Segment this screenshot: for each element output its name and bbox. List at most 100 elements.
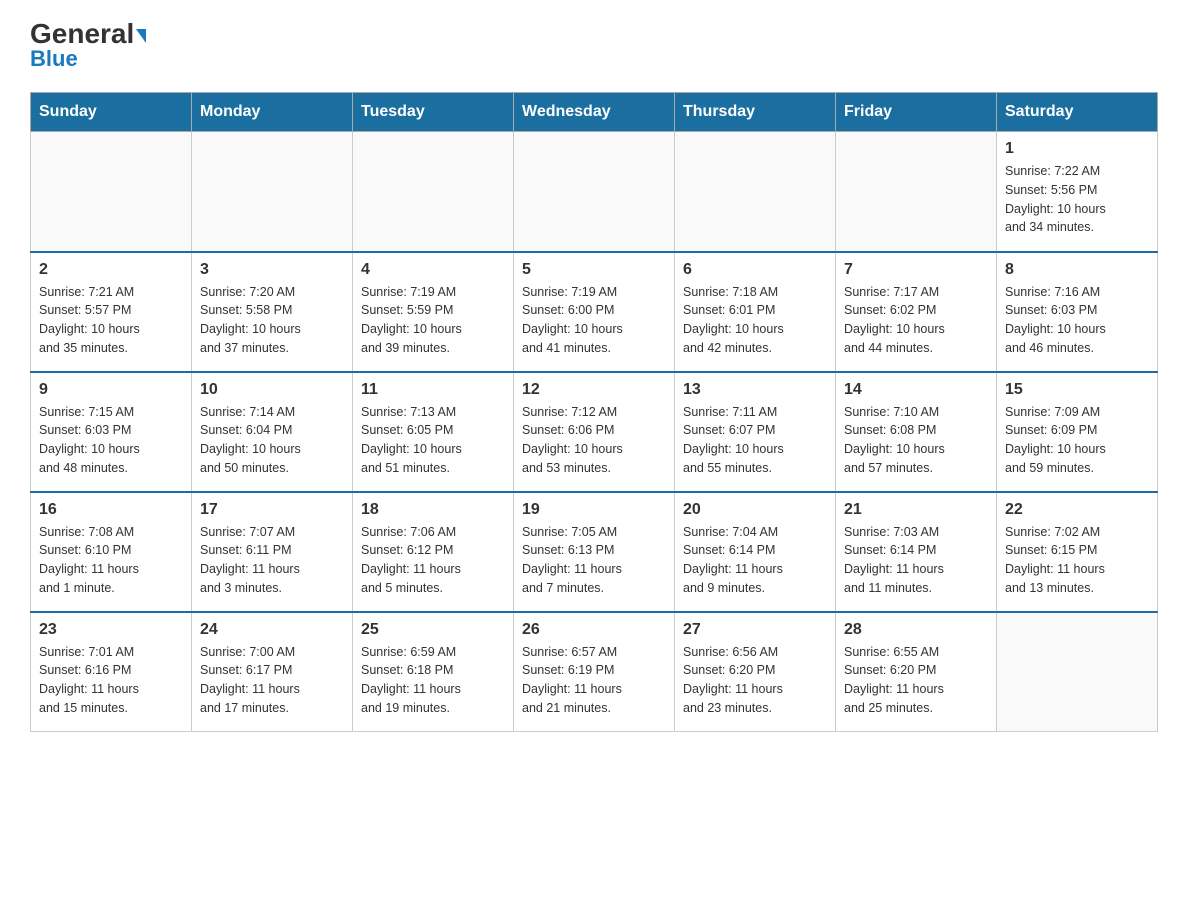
day-info: Sunrise: 7:21 AM Sunset: 5:57 PM Dayligh… [39, 283, 183, 358]
day-info: Sunrise: 7:02 AM Sunset: 6:15 PM Dayligh… [1005, 523, 1149, 598]
day-number: 23 [39, 621, 183, 639]
calendar-week-row: 1 Sunrise: 7:22 AM Sunset: 5:56 PM Daylig… [31, 132, 1158, 252]
day-number: 4 [361, 261, 505, 279]
calendar-cell: 15 Sunrise: 7:09 AM Sunset: 6:09 PM Dayli… [997, 372, 1158, 492]
calendar-cell [836, 132, 997, 252]
day-info: Sunrise: 7:20 AM Sunset: 5:58 PM Dayligh… [200, 283, 344, 358]
day-number: 13 [683, 381, 827, 399]
calendar-cell: 7 Sunrise: 7:17 AM Sunset: 6:02 PM Daylig… [836, 252, 997, 372]
calendar-cell: 16 Sunrise: 7:08 AM Sunset: 6:10 PM Dayli… [31, 492, 192, 612]
day-number: 2 [39, 261, 183, 279]
day-number: 25 [361, 621, 505, 639]
day-number: 14 [844, 381, 988, 399]
calendar-cell [675, 132, 836, 252]
logo-blue-text: Blue [30, 46, 78, 72]
day-number: 28 [844, 621, 988, 639]
day-info: Sunrise: 7:01 AM Sunset: 6:16 PM Dayligh… [39, 643, 183, 718]
calendar-cell: 10 Sunrise: 7:14 AM Sunset: 6:04 PM Dayli… [192, 372, 353, 492]
day-info: Sunrise: 7:00 AM Sunset: 6:17 PM Dayligh… [200, 643, 344, 718]
day-number: 22 [1005, 501, 1149, 519]
day-number: 6 [683, 261, 827, 279]
calendar-cell: 1 Sunrise: 7:22 AM Sunset: 5:56 PM Daylig… [997, 132, 1158, 252]
calendar-cell [31, 132, 192, 252]
calendar-week-row: 23 Sunrise: 7:01 AM Sunset: 6:16 PM Dayli… [31, 612, 1158, 732]
day-info: Sunrise: 7:07 AM Sunset: 6:11 PM Dayligh… [200, 523, 344, 598]
day-info: Sunrise: 7:16 AM Sunset: 6:03 PM Dayligh… [1005, 283, 1149, 358]
calendar-cell: 19 Sunrise: 7:05 AM Sunset: 6:13 PM Dayli… [514, 492, 675, 612]
day-number: 21 [844, 501, 988, 519]
calendar-cell: 6 Sunrise: 7:18 AM Sunset: 6:01 PM Daylig… [675, 252, 836, 372]
day-info: Sunrise: 7:13 AM Sunset: 6:05 PM Dayligh… [361, 403, 505, 478]
day-info: Sunrise: 7:18 AM Sunset: 6:01 PM Dayligh… [683, 283, 827, 358]
day-info: Sunrise: 7:05 AM Sunset: 6:13 PM Dayligh… [522, 523, 666, 598]
day-number: 17 [200, 501, 344, 519]
day-of-week-header: Wednesday [514, 93, 675, 132]
day-of-week-header: Tuesday [353, 93, 514, 132]
calendar-cell [192, 132, 353, 252]
calendar-cell: 18Sunrise: 7:06 AM Sunset: 6:12 PM Dayli… [353, 492, 514, 612]
page-header: General Blue [30, 20, 1158, 72]
calendar-cell: 4 Sunrise: 7:19 AM Sunset: 5:59 PM Daylig… [353, 252, 514, 372]
calendar-cell: 28 Sunrise: 6:55 AM Sunset: 6:20 PM Dayli… [836, 612, 997, 732]
calendar-cell: 21 Sunrise: 7:03 AM Sunset: 6:14 PM Dayli… [836, 492, 997, 612]
calendar-cell [514, 132, 675, 252]
day-info: Sunrise: 7:15 AM Sunset: 6:03 PM Dayligh… [39, 403, 183, 478]
calendar-cell: 14 Sunrise: 7:10 AM Sunset: 6:08 PM Dayli… [836, 372, 997, 492]
day-info: Sunrise: 7:10 AM Sunset: 6:08 PM Dayligh… [844, 403, 988, 478]
day-info: Sunrise: 7:11 AM Sunset: 6:07 PM Dayligh… [683, 403, 827, 478]
day-info: Sunrise: 7:03 AM Sunset: 6:14 PM Dayligh… [844, 523, 988, 598]
day-info: Sunrise: 6:57 AM Sunset: 6:19 PM Dayligh… [522, 643, 666, 718]
calendar-cell: 12 Sunrise: 7:12 AM Sunset: 6:06 PM Dayli… [514, 372, 675, 492]
calendar-cell [353, 132, 514, 252]
day-number: 19 [522, 501, 666, 519]
day-info: Sunrise: 7:17 AM Sunset: 6:02 PM Dayligh… [844, 283, 988, 358]
calendar-cell: 27 Sunrise: 6:56 AM Sunset: 6:20 PM Dayli… [675, 612, 836, 732]
day-number: 11 [361, 381, 505, 399]
logo: General Blue [30, 20, 146, 72]
calendar-cell: 26 Sunrise: 6:57 AM Sunset: 6:19 PM Dayli… [514, 612, 675, 732]
day-info: Sunrise: 7:04 AM Sunset: 6:14 PM Dayligh… [683, 523, 827, 598]
day-number: 16 [39, 501, 183, 519]
day-info: Sunrise: 6:55 AM Sunset: 6:20 PM Dayligh… [844, 643, 988, 718]
day-info: Sunrise: 7:08 AM Sunset: 6:10 PM Dayligh… [39, 523, 183, 598]
calendar-cell: 3Sunrise: 7:20 AM Sunset: 5:58 PM Daylig… [192, 252, 353, 372]
day-number: 8 [1005, 261, 1149, 279]
day-of-week-header: Saturday [997, 93, 1158, 132]
day-number: 15 [1005, 381, 1149, 399]
day-info: Sunrise: 7:19 AM Sunset: 5:59 PM Dayligh… [361, 283, 505, 358]
day-number: 20 [683, 501, 827, 519]
calendar-week-row: 9 Sunrise: 7:15 AM Sunset: 6:03 PM Daylig… [31, 372, 1158, 492]
logo-triangle-icon [136, 29, 146, 43]
calendar-cell: 25 Sunrise: 6:59 AM Sunset: 6:18 PM Dayli… [353, 612, 514, 732]
calendar-cell: 5 Sunrise: 7:19 AM Sunset: 6:00 PM Daylig… [514, 252, 675, 372]
day-number: 1 [1005, 140, 1149, 158]
day-number: 9 [39, 381, 183, 399]
day-number: 27 [683, 621, 827, 639]
day-number: 12 [522, 381, 666, 399]
day-info: Sunrise: 7:09 AM Sunset: 6:09 PM Dayligh… [1005, 403, 1149, 478]
day-info: Sunrise: 7:06 AM Sunset: 6:12 PM Dayligh… [361, 523, 505, 598]
calendar-cell: 22 Sunrise: 7:02 AM Sunset: 6:15 PM Dayli… [997, 492, 1158, 612]
day-info: Sunrise: 7:19 AM Sunset: 6:00 PM Dayligh… [522, 283, 666, 358]
day-number: 7 [844, 261, 988, 279]
day-info: Sunrise: 7:22 AM Sunset: 5:56 PM Dayligh… [1005, 162, 1149, 237]
day-info: Sunrise: 6:56 AM Sunset: 6:20 PM Dayligh… [683, 643, 827, 718]
day-info: Sunrise: 7:14 AM Sunset: 6:04 PM Dayligh… [200, 403, 344, 478]
calendar-cell: 2 Sunrise: 7:21 AM Sunset: 5:57 PM Daylig… [31, 252, 192, 372]
calendar-cell: 9 Sunrise: 7:15 AM Sunset: 6:03 PM Daylig… [31, 372, 192, 492]
calendar-table: SundayMondayTuesdayWednesdayThursdayFrid… [30, 92, 1158, 732]
calendar-cell [997, 612, 1158, 732]
calendar-cell: 17 Sunrise: 7:07 AM Sunset: 6:11 PM Dayli… [192, 492, 353, 612]
calendar-cell: 11 Sunrise: 7:13 AM Sunset: 6:05 PM Dayli… [353, 372, 514, 492]
day-number: 10 [200, 381, 344, 399]
calendar-week-row: 2 Sunrise: 7:21 AM Sunset: 5:57 PM Daylig… [31, 252, 1158, 372]
day-number: 5 [522, 261, 666, 279]
day-of-week-header: Sunday [31, 93, 192, 132]
day-of-week-header: Thursday [675, 93, 836, 132]
calendar-cell: 8 Sunrise: 7:16 AM Sunset: 6:03 PM Daylig… [997, 252, 1158, 372]
day-number: 26 [522, 621, 666, 639]
calendar-week-row: 16 Sunrise: 7:08 AM Sunset: 6:10 PM Dayli… [31, 492, 1158, 612]
day-info: Sunrise: 7:12 AM Sunset: 6:06 PM Dayligh… [522, 403, 666, 478]
calendar-cell: 24Sunrise: 7:00 AM Sunset: 6:17 PM Dayli… [192, 612, 353, 732]
day-info: Sunrise: 6:59 AM Sunset: 6:18 PM Dayligh… [361, 643, 505, 718]
